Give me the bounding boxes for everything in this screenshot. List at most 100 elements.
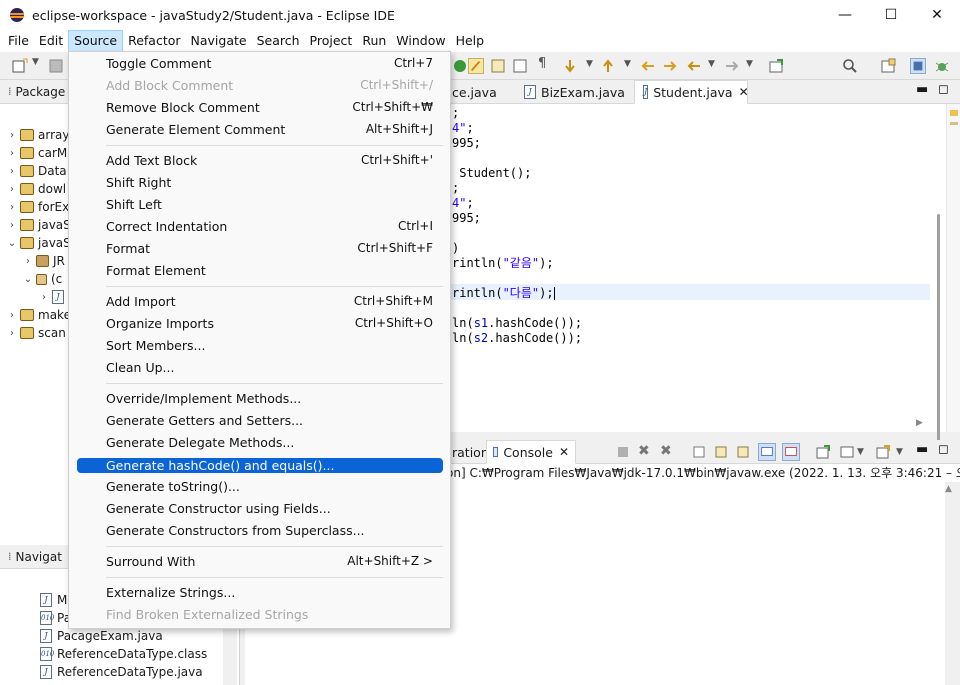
show-whitespace-icon[interactable]: ¶ [538, 56, 546, 71]
ruler-marker[interactable] [950, 122, 958, 125]
chevron-right-icon[interactable]: › [6, 220, 18, 231]
scroll-up-arrow-icon[interactable]: ▲ [945, 484, 952, 494]
clear-console-icon[interactable] [692, 445, 706, 459]
forward-edit-icon[interactable] [662, 58, 678, 74]
menu-item-add-import[interactable]: Add Import Ctrl+Shift+M [77, 291, 443, 311]
menu-search[interactable]: Search [252, 30, 305, 52]
menu-item-override-implement-methods[interactable]: Override/Implement Methods... [77, 388, 443, 408]
block-selection-icon[interactable] [512, 58, 528, 74]
menu-item-generate-delegate-methods[interactable]: Generate Delegate Methods... [77, 432, 443, 452]
chevron-right-icon[interactable]: › [6, 310, 18, 321]
pin-editor-icon[interactable] [768, 58, 784, 74]
tree-item-file[interactable]: › J [38, 288, 69, 306]
tab-bizexam[interactable]: J BizExam.java [516, 80, 631, 104]
java-perspective-icon[interactable] [910, 58, 926, 74]
menu-item-generate-tostring[interactable]: Generate toString()... [77, 476, 443, 496]
overview-ruler[interactable] [946, 104, 960, 432]
previous-annotation-dropdown-icon[interactable]: ▼ [624, 59, 631, 69]
last-edit-location-icon[interactable] [640, 58, 656, 74]
menu-item-add-text-block[interactable]: Add Text Block Ctrl+Shift+' [77, 150, 443, 170]
chevron-right-icon[interactable]: › [38, 292, 50, 303]
scroll-right-arrow-icon[interactable]: ▶ [916, 418, 923, 428]
tree-item-project[interactable]: › make [6, 306, 71, 324]
navigator-title[interactable]: Navigat [16, 550, 62, 564]
run-icon[interactable] [452, 58, 468, 74]
minimize-button[interactable]: — [822, 0, 868, 30]
navigator-file[interactable]: J ReferenceDataType.java [38, 663, 203, 681]
menu-refactor[interactable]: Refactor [123, 30, 185, 52]
tree-item-jre[interactable]: › JR [22, 252, 65, 270]
menu-run[interactable]: Run [357, 30, 391, 52]
tree-item-project[interactable]: › scan [6, 324, 66, 342]
new-icon[interactable] [12, 58, 28, 74]
terminate-icon[interactable] [616, 445, 630, 459]
menu-file[interactable]: File [3, 30, 34, 52]
remove-all-icon[interactable]: ✖ [660, 443, 672, 459]
navigator-file[interactable]: 010 Pa [38, 609, 71, 627]
menu-project[interactable]: Project [305, 30, 358, 52]
mark-occurrences-icon[interactable] [490, 58, 506, 74]
navigator-file[interactable]: J PacageExam.java [38, 627, 163, 645]
scroll-lock-icon[interactable] [714, 445, 728, 459]
pin-console-icon[interactable] [816, 445, 830, 459]
navigator-file[interactable]: JM [38, 591, 67, 609]
navigator-file[interactable]: 010 ReferenceDataType.class [38, 645, 207, 663]
chevron-right-icon[interactable]: › [6, 328, 18, 339]
menu-item-remove-block-comment[interactable]: Remove Block Comment Ctrl+Shift+₩ [77, 97, 443, 117]
menu-help[interactable]: Help [451, 30, 490, 52]
tab-editor-1[interactable]: ce.java [446, 80, 503, 104]
highlight-icon[interactable] [468, 58, 484, 74]
maximize-view-icon[interactable]: ◻ [938, 442, 949, 457]
save-icon[interactable] [48, 58, 64, 74]
minimize-view-icon[interactable]: ▬ [916, 82, 928, 97]
new-dropdown-icon[interactable]: ▼ [32, 57, 39, 67]
display-console-dropdown-icon[interactable]: ▼ [857, 447, 864, 457]
chevron-down-icon[interactable]: ⌄ [6, 238, 18, 249]
menu-item-generate-hashcode-equals[interactable]: Generate hashCode() and equals()... [77, 458, 443, 473]
tree-item-project[interactable]: › Data [6, 162, 67, 180]
chevron-right-icon[interactable]: › [6, 166, 18, 177]
forward-dropdown-icon[interactable]: ▼ [746, 59, 753, 69]
menu-edit[interactable]: Edit [34, 30, 68, 52]
chevron-right-icon[interactable]: › [6, 184, 18, 195]
menu-item-format-element[interactable]: Format Element [77, 260, 443, 280]
menu-item-clean-up[interactable]: Clean Up... [77, 357, 443, 377]
tree-item-project[interactable]: › dowl [6, 180, 66, 198]
menu-item-organize-imports[interactable]: Organize Imports Ctrl+Shift+O [77, 313, 443, 333]
tree-item-project-expanded[interactable]: ⌄ javaS [6, 234, 71, 252]
tree-item-project[interactable]: › carM [6, 144, 67, 162]
ruler-marker[interactable] [950, 110, 958, 116]
word-wrap-icon[interactable] [736, 445, 750, 459]
show-on-error-icon[interactable] [782, 443, 800, 461]
open-perspective-icon[interactable] [880, 58, 896, 74]
menu-navigate[interactable]: Navigate [186, 30, 252, 52]
menu-item-shift-left[interactable]: Shift Left [77, 194, 443, 214]
new-console-dropdown-icon[interactable]: ▼ [896, 447, 903, 457]
maximize-view-icon[interactable]: ◻ [938, 82, 949, 97]
previous-annotation-icon[interactable] [600, 58, 616, 74]
menu-item-sort-members[interactable]: Sort Members... [77, 335, 443, 355]
tab-console[interactable]: Console ✕ [486, 440, 576, 464]
menu-source[interactable]: Source [68, 30, 124, 52]
menu-item-generate-element-comment[interactable]: Generate Element Comment Alt+Shift+J [77, 119, 443, 139]
chevron-down-icon[interactable]: ⌄ [22, 274, 34, 285]
tree-item-project[interactable]: › forEx [6, 198, 69, 216]
show-on-output-icon[interactable] [758, 443, 776, 461]
menu-item-toggle-comment[interactable]: Toggle Comment Ctrl+7 [77, 53, 443, 73]
tree-item-project[interactable]: › array [6, 126, 69, 144]
menu-item-generate-constructors-superclass[interactable]: Generate Constructors from Superclass... [77, 520, 443, 540]
forward-icon[interactable] [724, 58, 740, 74]
chevron-right-icon[interactable]: › [6, 202, 18, 213]
menu-item-generate-constructor-fields[interactable]: Generate Constructor using Fields... [77, 498, 443, 518]
new-console-icon[interactable] [876, 445, 890, 459]
minimize-view-icon[interactable]: ▬ [916, 442, 928, 457]
search-icon[interactable] [842, 58, 858, 74]
back-icon[interactable] [686, 58, 702, 74]
close-button[interactable]: ✕ [914, 0, 960, 30]
remove-launch-icon[interactable]: ✖ [638, 443, 650, 459]
package-explorer-title[interactable]: Package [16, 85, 66, 99]
chevron-right-icon[interactable]: › [22, 256, 34, 267]
next-annotation-icon[interactable] [562, 58, 578, 74]
tab-student[interactable]: J Student.java ✕ [634, 80, 749, 104]
menu-item-generate-getters-setters[interactable]: Generate Getters and Setters... [77, 410, 443, 430]
